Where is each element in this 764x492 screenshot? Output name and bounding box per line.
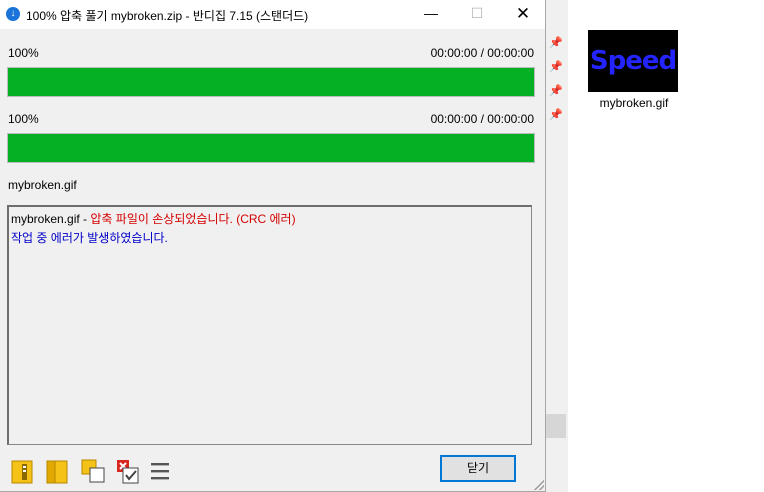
checklist-icon[interactable]	[116, 459, 140, 484]
pin-icon[interactable]: 📌	[549, 108, 563, 122]
current-file-label: mybroken.gif	[8, 178, 77, 192]
log-separator: -	[79, 212, 91, 226]
desktop-file-name: mybroken.gif	[599, 96, 669, 110]
copy-icon[interactable]	[81, 459, 105, 483]
minimize-button[interactable]: —	[408, 0, 454, 29]
window-title: 100% 압축 풀기 mybroken.zip - 반디집 7.15 (스탠더드…	[26, 9, 309, 23]
log-line-2: 작업 중 에러가 발생하였습니다.	[11, 231, 168, 245]
log-box[interactable]: mybroken.gif - 압축 파일이 손상되었습니다. (CRC 에러) …	[7, 205, 532, 445]
bandizip-app-icon: ↓	[6, 7, 20, 21]
bottom-toolbar: 닫기	[0, 447, 545, 491]
progress-bar-2	[7, 133, 535, 163]
pin-icon[interactable]: 📌	[549, 84, 563, 98]
extract-dialog: ↓ 100% 압축 풀기 mybroken.zip - 반디집 7.15 (스탠…	[0, 0, 546, 492]
progress-bar-1	[7, 67, 535, 97]
folder-icon[interactable]	[46, 459, 70, 484]
explorer-scrollbar-thumb[interactable]	[546, 414, 566, 438]
progress-fill-2	[8, 134, 534, 162]
pin-icon[interactable]: 📌	[549, 60, 563, 74]
resize-grip[interactable]	[534, 480, 544, 490]
progress-fill-1	[8, 68, 534, 96]
file-thumbnail: Speed	[588, 30, 678, 92]
close-button[interactable]: 닫기	[440, 455, 516, 482]
progress-percent-2: 100%	[8, 112, 39, 126]
pin-icon[interactable]: 📌	[549, 36, 563, 50]
open-folder-icon[interactable]	[11, 459, 35, 484]
log-error-crc: 압축 파일이 손상되었습니다. (CRC 에러)	[90, 212, 296, 226]
thumbnail-text: Speed	[589, 46, 677, 76]
close-window-button[interactable]: ✕	[500, 0, 546, 29]
desktop-file-item[interactable]: Speed mybroken.gif	[588, 30, 680, 110]
log-file-name: mybroken.gif	[11, 212, 80, 226]
title-bar[interactable]: ↓ 100% 압축 풀기 mybroken.zip - 반디집 7.15 (스탠…	[0, 0, 545, 29]
log-line-1: mybroken.gif - 압축 파일이 손상되었습니다. (CRC 에러)	[11, 210, 529, 229]
progress-time-2: 00:00:00 / 00:00:00	[430, 112, 534, 126]
progress-time-1: 00:00:00 / 00:00:00	[430, 46, 534, 60]
progress-percent-1: 100%	[8, 46, 39, 60]
menu-icon[interactable]	[150, 459, 174, 483]
maximize-button[interactable]: ☐	[454, 0, 500, 29]
